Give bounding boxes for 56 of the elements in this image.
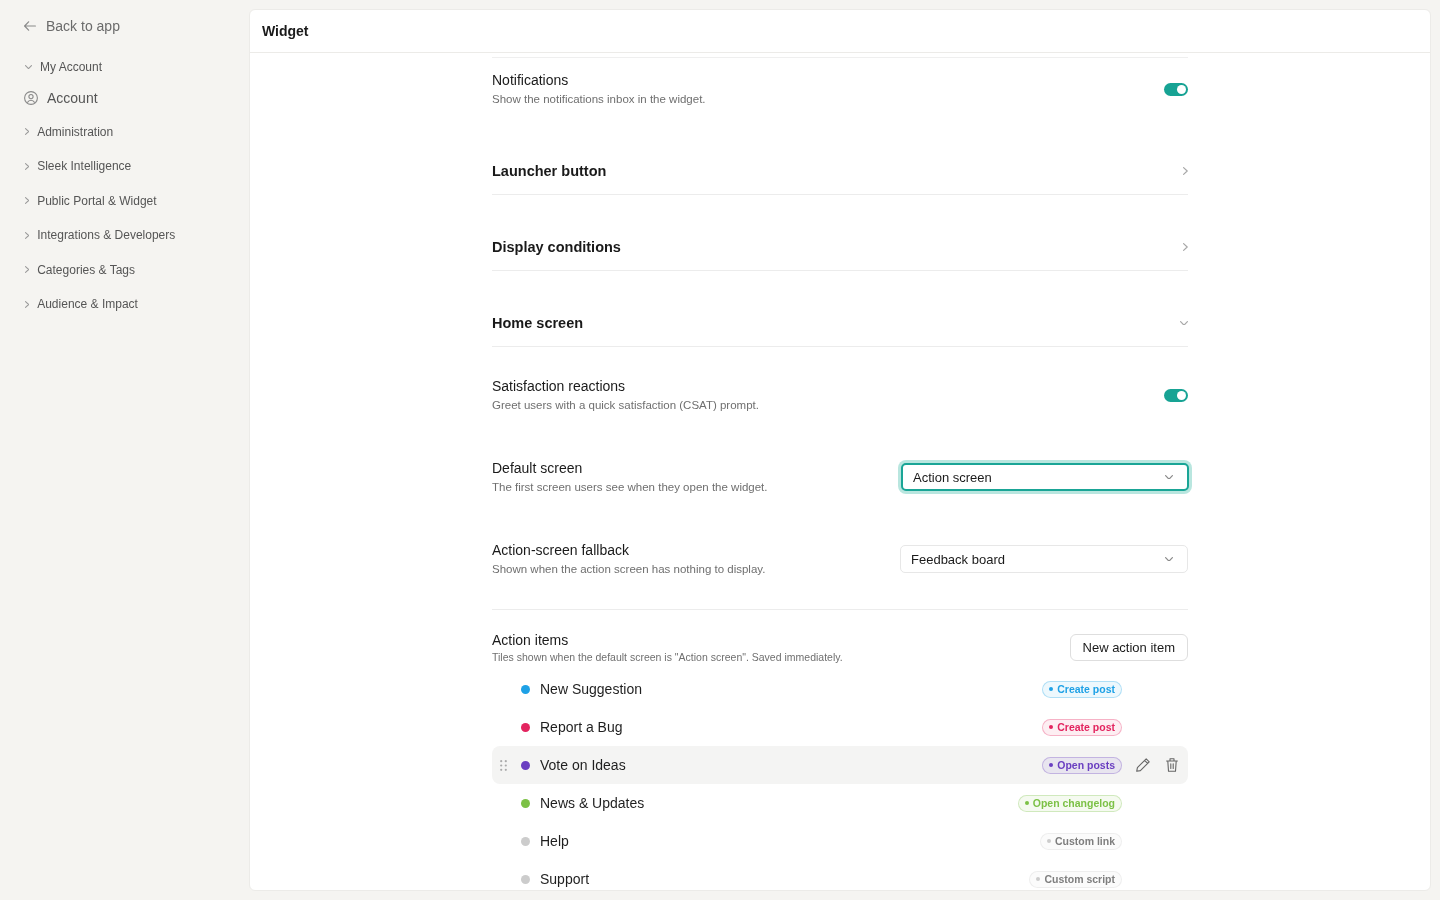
section-title: Action items [492,631,570,650]
sidebar-group[interactable]: Audience & Impact [24,287,138,322]
pencil-icon [1136,758,1150,772]
arrow-left-icon [24,21,36,31]
section-header[interactable]: Home screen [492,313,1188,333]
section-header[interactable]: Launcher button [492,161,1188,181]
action-item-label: News & Updates [540,795,646,811]
section-header[interactable]: Display conditions [492,237,1188,257]
setting-description: Greet users with a quick satisfaction (CSAT) prompt. [492,398,759,413]
user-circle-icon [24,90,38,105]
tag-dot-icon [1049,763,1054,767]
tag-dot-icon [1024,801,1029,805]
panel-title: Widget [262,23,309,39]
trash-icon [1166,758,1178,772]
action-item-label: Support [540,871,591,887]
setting-title: Default screen [492,459,584,478]
sidebar-group[interactable]: Categories & Tags [24,252,136,287]
setting-title: Action-screen fallback [492,541,630,560]
setting-title: Satisfaction reactions [492,377,627,396]
setting-title: Notifications [492,71,570,90]
back-link[interactable]: Back to app [24,16,120,36]
action-type-label: Create post [1057,683,1115,695]
setting-description: Shown when the action screen has nothing to display. [492,562,766,577]
chevron-down-icon [1165,556,1173,562]
action-item-label: Vote on Ideas [540,757,627,773]
toggle-switch[interactable] [1164,82,1188,96]
sidebar-group[interactable]: Administration [24,114,114,149]
edit-button[interactable] [1136,758,1150,772]
sidebar-group[interactable]: Public Portal & Widget [24,183,157,218]
action-item-label: New Suggestion [540,681,643,697]
action-type-label: Create post [1057,721,1115,733]
action-type-label: Open posts [1057,759,1115,771]
sidebar-group[interactable]: Sleek Intelligence [24,149,132,184]
action-item-row[interactable]: Vote on Ideas Open posts [492,746,1188,784]
tag-dot-icon [1049,687,1054,691]
sidebar-group[interactable]: Integrations & Developers [24,218,176,253]
action-item-label: Help [540,833,570,849]
sidebar-item[interactable]: Account [24,84,98,115]
setting-description: Show the notifications inbox in the widget. [492,92,706,107]
delete-button[interactable] [1166,758,1178,772]
sidebar-group[interactable]: My Account [24,50,103,85]
action-type-label: Open changelog [1032,797,1115,809]
select-field[interactable]: Action screen [901,463,1189,491]
section-description: Tiles shown when the default screen is "Action screen". Saved immediately. [492,650,843,665]
tag-dot-icon [1049,725,1054,729]
action-type-label: Custom script [1044,873,1115,885]
new-action-item-button[interactable]: New action item [1069,634,1188,661]
select-field[interactable]: Feedback board [900,545,1188,573]
action-item-label: Report a Bug [540,719,624,735]
tag-dot-icon [1046,839,1051,843]
toggle-switch[interactable] [1164,388,1188,402]
tag-dot-icon [1036,877,1041,881]
chevron-down-icon [1165,474,1173,480]
action-type-label: Custom link [1054,835,1115,847]
drag-handle-icon[interactable] [500,759,507,771]
setting-description: The first screen users see when they open the widget. [492,480,768,495]
